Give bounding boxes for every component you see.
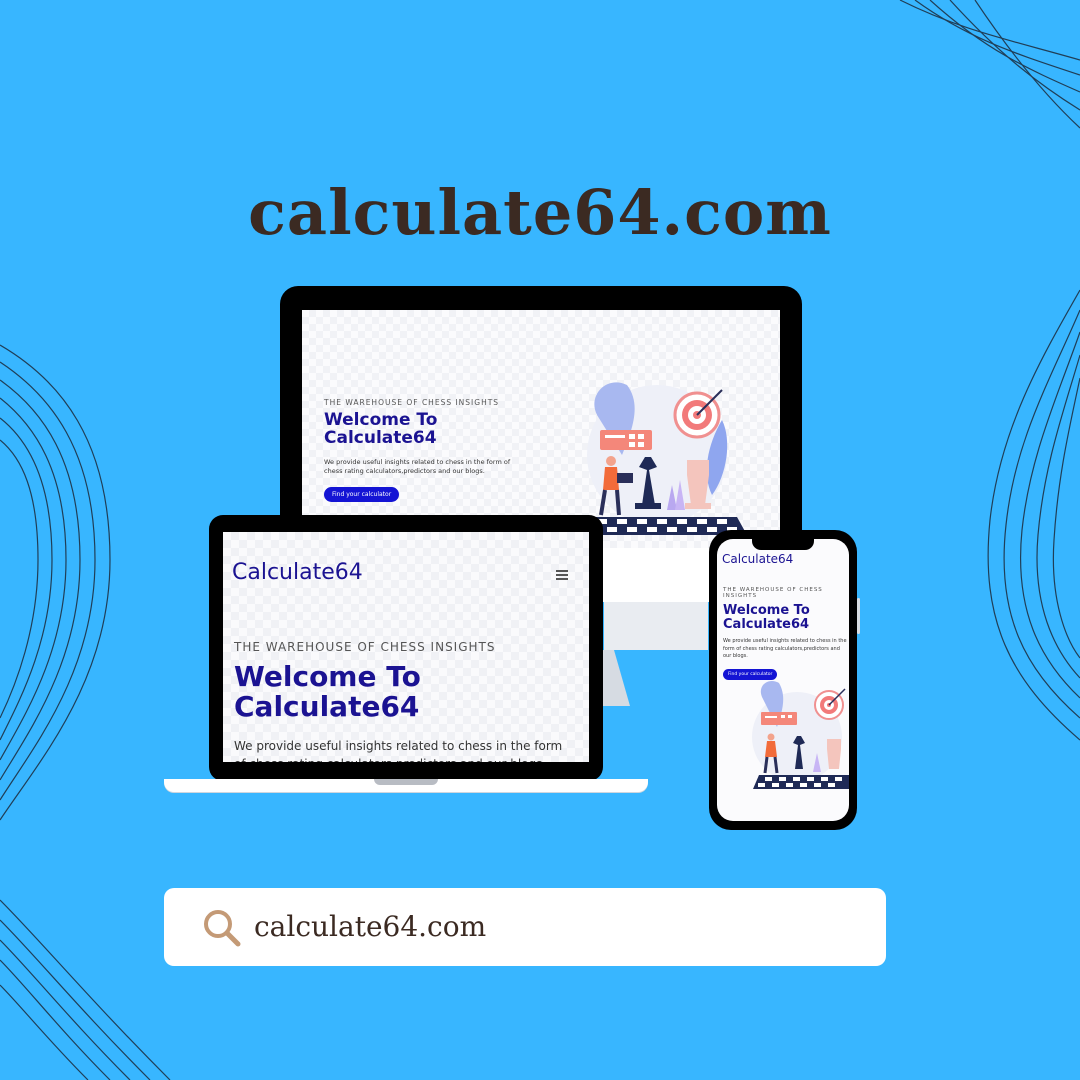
page-title: calculate64.com [248, 176, 832, 249]
hero-description: We provide useful insights related to ch… [234, 739, 563, 762]
chess-illustration [752, 680, 849, 789]
monitor-neck [604, 602, 708, 650]
find-calculator-button[interactable]: Find your calculator [324, 487, 400, 503]
laptop-notch [374, 779, 438, 785]
hero-eyebrow: THE WAREHOUSE OF CHESS INSIGHTS [324, 398, 500, 407]
chess-illustration [577, 382, 747, 535]
laptop-screen: Calculate64 THE WAREHOUSE OF CHESS INSIG… [223, 532, 589, 762]
smartphone: Calculate64 THE WAREHOUSE OF CHESS INSIG… [709, 530, 857, 830]
hero-headline-line1: Welcome To [723, 603, 810, 618]
hero-eyebrow: THE WAREHOUSE OF CHESS INSIGHTS [723, 587, 823, 599]
hero-eyebrow: THE WAREHOUSE OF CHESS INSIGHTS [234, 640, 496, 654]
hero-headline-line2: Calculate64 [234, 690, 420, 724]
search-icon [204, 910, 241, 947]
site-logo[interactable]: Calculate64 [722, 552, 793, 566]
hero-headline-line1: Welcome To [234, 660, 421, 693]
search-bar[interactable]: calculate64.com [164, 888, 886, 966]
hero-description: We provide useful insights related to ch… [723, 638, 847, 659]
hero-headline-line2: Calculate64 [324, 427, 437, 448]
phone-side-button [857, 598, 860, 634]
phone-notch [752, 539, 814, 550]
hero-description: We provide useful insights related to ch… [324, 457, 511, 476]
hero-headline-line2: Calculate64 [723, 616, 810, 632]
desktop-screen: THE WAREHOUSE OF CHESS INSIGHTS Welcome … [302, 310, 780, 548]
search-text: calculate64.com [254, 910, 487, 943]
laptop: Calculate64 THE WAREHOUSE OF CHESS INSIG… [209, 515, 603, 781]
phone-screen: Calculate64 THE WAREHOUSE OF CHESS INSIG… [717, 539, 849, 821]
site-logo[interactable]: Calculate64 [232, 560, 363, 585]
hamburger-menu-icon[interactable] [556, 570, 568, 580]
